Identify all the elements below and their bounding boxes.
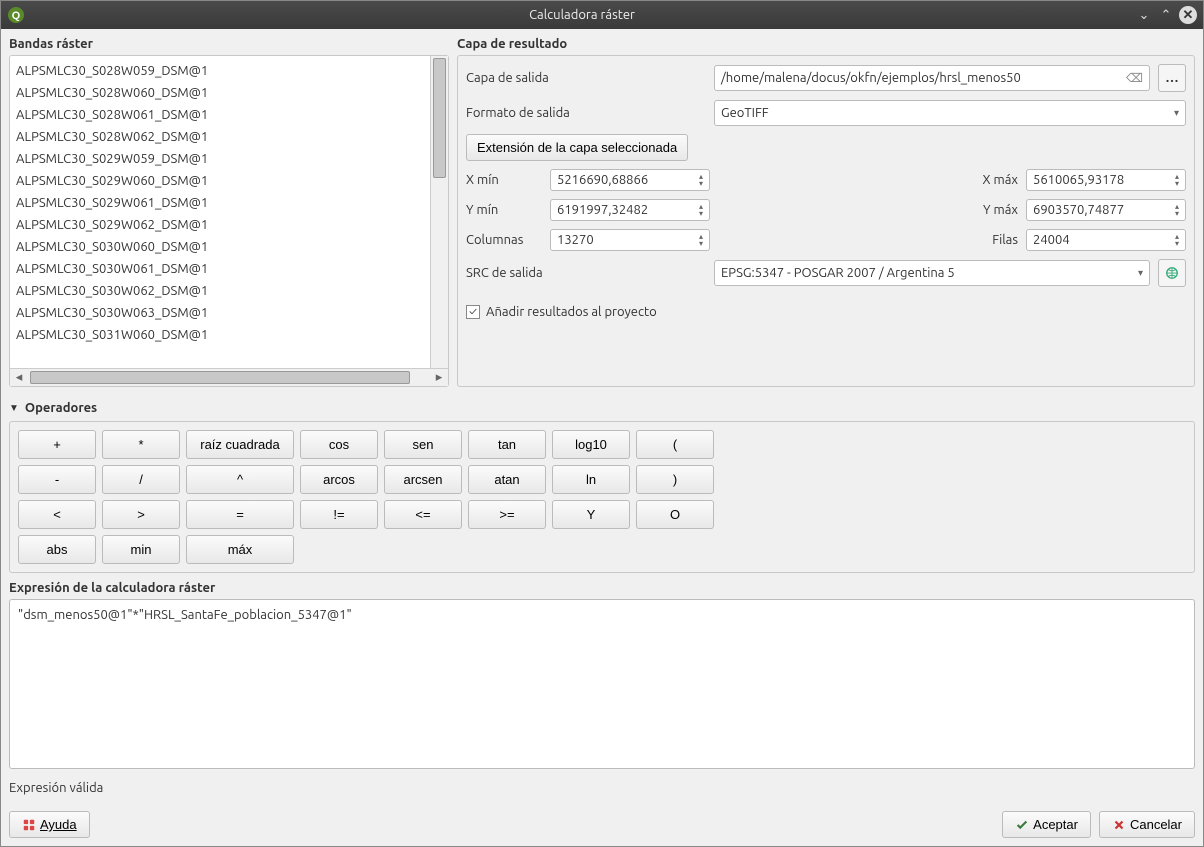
maximize-button[interactable]: ⌃ — [1157, 6, 1175, 24]
bands-heading: Bandas ráster — [9, 37, 449, 51]
check-icon — [1015, 818, 1029, 832]
op-asin-button[interactable]: arcsen — [384, 465, 462, 494]
bands-horizontal-scrollbar[interactable]: ◂ ▸ — [10, 368, 448, 386]
rows-input[interactable]: 24004▴▾ — [1026, 229, 1186, 251]
globe-icon — [1165, 266, 1179, 280]
op-multiply-button[interactable]: * — [102, 430, 180, 459]
chevron-down-icon: ▾ — [1138, 267, 1143, 279]
clear-input-icon[interactable]: ⌫ — [1126, 71, 1143, 85]
xmin-input[interactable]: 5216690,68866▴▾ — [550, 169, 710, 191]
op-tan-button[interactable]: tan — [468, 430, 546, 459]
op-minus-button[interactable]: - — [18, 465, 96, 494]
list-item[interactable]: ALPSMLC30_S031W060_DSM@1 — [16, 324, 424, 346]
list-item[interactable]: ALPSMLC30_S029W060_DSM@1 — [16, 170, 424, 192]
op-divide-button[interactable]: / — [102, 465, 180, 494]
result-heading: Capa de resultado — [457, 37, 1195, 51]
op-sqrt-button[interactable]: raíz cuadrada — [186, 430, 294, 459]
op-plus-button[interactable]: + — [18, 430, 96, 459]
ok-button[interactable]: Aceptar — [1002, 811, 1091, 838]
close-button[interactable]: ✕ — [1179, 6, 1197, 24]
xmin-label: X mín — [466, 173, 542, 187]
xmax-input[interactable]: 5610065,93178▴▾ — [1026, 169, 1186, 191]
xmax-label: X máx — [958, 173, 1018, 187]
list-item[interactable]: ALPSMLC30_S029W061_DSM@1 — [16, 192, 424, 214]
ymin-input[interactable]: 6191997,32482▴▾ — [550, 199, 710, 221]
list-item[interactable]: ALPSMLC30_S028W060_DSM@1 — [16, 82, 424, 104]
rows-label: Filas — [958, 233, 1018, 247]
op-neq-button[interactable]: != — [300, 500, 378, 529]
op-and-button[interactable]: Y — [552, 500, 630, 529]
output-format-combo[interactable]: GeoTIFF ▾ — [714, 100, 1186, 126]
triangle-down-icon: ▼ — [9, 402, 19, 414]
list-item[interactable]: ALPSMLC30_S028W061_DSM@1 — [16, 104, 424, 126]
output-layer-input[interactable]: /home/malena/docus/okfn/ejemplos/hrsl_me… — [714, 65, 1150, 91]
operators-collapse-header[interactable]: ▼ Operadores — [9, 401, 1195, 415]
titlebar: Q Calculadora ráster ⌄ ⌃ ✕ — [1, 1, 1203, 29]
scroll-right-icon[interactable]: ▸ — [430, 369, 448, 386]
cancel-button[interactable]: Cancelar — [1099, 811, 1195, 838]
spinner-buttons-icon[interactable]: ▴▾ — [699, 203, 703, 217]
spinner-buttons-icon[interactable]: ▴▾ — [1175, 203, 1179, 217]
add-to-project-checkbox[interactable]: ✓ — [466, 305, 480, 319]
ymax-input[interactable]: 6903570,74877▴▾ — [1026, 199, 1186, 221]
chevron-down-icon: ▾ — [1174, 107, 1179, 119]
expression-status: Expresión válida — [9, 781, 1195, 795]
crs-select-button[interactable] — [1158, 259, 1186, 287]
list-item[interactable]: ALPSMLC30_S030W060_DSM@1 — [16, 236, 424, 258]
op-min-button[interactable]: min — [102, 535, 180, 564]
help-button[interactable]: Ayuda — [9, 811, 90, 838]
list-item[interactable]: ALPSMLC30_S029W059_DSM@1 — [16, 148, 424, 170]
op-cos-button[interactable]: cos — [300, 430, 378, 459]
op-lt-button[interactable]: < — [18, 500, 96, 529]
app-logo-icon: Q — [7, 6, 25, 24]
spinner-buttons-icon[interactable]: ▴▾ — [699, 173, 703, 187]
spinner-buttons-icon[interactable]: ▴▾ — [1175, 233, 1179, 247]
op-power-button[interactable]: ^ — [186, 465, 294, 494]
list-item[interactable]: ALPSMLC30_S030W063_DSM@1 — [16, 302, 424, 324]
op-atan-button[interactable]: atan — [468, 465, 546, 494]
output-layer-label: Capa de salida — [466, 71, 706, 85]
expression-textarea[interactable]: "dsm_menos50@1"*"HRSL_SantaFe_poblacion_… — [9, 599, 1195, 769]
ymin-label: Y mín — [466, 203, 542, 217]
minimize-button[interactable]: ⌄ — [1135, 6, 1153, 24]
spinner-buttons-icon[interactable]: ▴▾ — [699, 233, 703, 247]
op-gte-button[interactable]: >= — [468, 500, 546, 529]
ymax-label: Y máx — [958, 203, 1018, 217]
crs-combo[interactable]: EPSG:5347 - POSGAR 2007 / Argentina 5 ▾ — [714, 260, 1150, 286]
op-close-paren-button[interactable]: ) — [636, 465, 714, 494]
op-eq-button[interactable]: = — [186, 500, 294, 529]
op-sin-button[interactable]: sen — [384, 430, 462, 459]
svg-text:Q: Q — [12, 10, 21, 22]
add-to-project-label: Añadir resultados al proyecto — [486, 305, 657, 319]
cancel-icon — [1112, 818, 1126, 832]
selected-layer-extent-button[interactable]: Extensión de la capa seleccionada — [466, 134, 688, 161]
help-icon — [22, 818, 36, 832]
op-log10-button[interactable]: log10 — [552, 430, 630, 459]
op-ln-button[interactable]: ln — [552, 465, 630, 494]
list-item[interactable]: ALPSMLC30_S030W062_DSM@1 — [16, 280, 424, 302]
browse-output-button[interactable]: … — [1158, 64, 1186, 92]
spinner-buttons-icon[interactable]: ▴▾ — [1175, 173, 1179, 187]
op-lte-button[interactable]: <= — [384, 500, 462, 529]
columns-label: Columnas — [466, 233, 542, 247]
list-item[interactable]: ALPSMLC30_S029W062_DSM@1 — [16, 214, 424, 236]
op-abs-button[interactable]: abs — [18, 535, 96, 564]
list-item[interactable]: ALPSMLC30_S030W061_DSM@1 — [16, 258, 424, 280]
op-acos-button[interactable]: arcos — [300, 465, 378, 494]
expression-heading: Expresión de la calculadora ráster — [9, 581, 1195, 595]
list-item[interactable]: ALPSMLC30_S028W062_DSM@1 — [16, 126, 424, 148]
crs-label: SRC de salida — [466, 266, 706, 280]
op-or-button[interactable]: O — [636, 500, 714, 529]
bands-listbox[interactable]: ALPSMLC30_S028W059_DSM@1 ALPSMLC30_S028W… — [10, 56, 430, 368]
op-gt-button[interactable]: > — [102, 500, 180, 529]
scroll-left-icon[interactable]: ◂ — [10, 369, 28, 386]
window-title: Calculadora ráster — [33, 8, 1131, 22]
op-open-paren-button[interactable]: ( — [636, 430, 714, 459]
op-max-button[interactable]: máx — [186, 535, 294, 564]
list-item[interactable]: ALPSMLC30_S028W059_DSM@1 — [16, 60, 424, 82]
columns-input[interactable]: 13270▴▾ — [550, 229, 710, 251]
bands-vertical-scrollbar[interactable] — [430, 56, 448, 368]
output-format-label: Formato de salida — [466, 106, 706, 120]
